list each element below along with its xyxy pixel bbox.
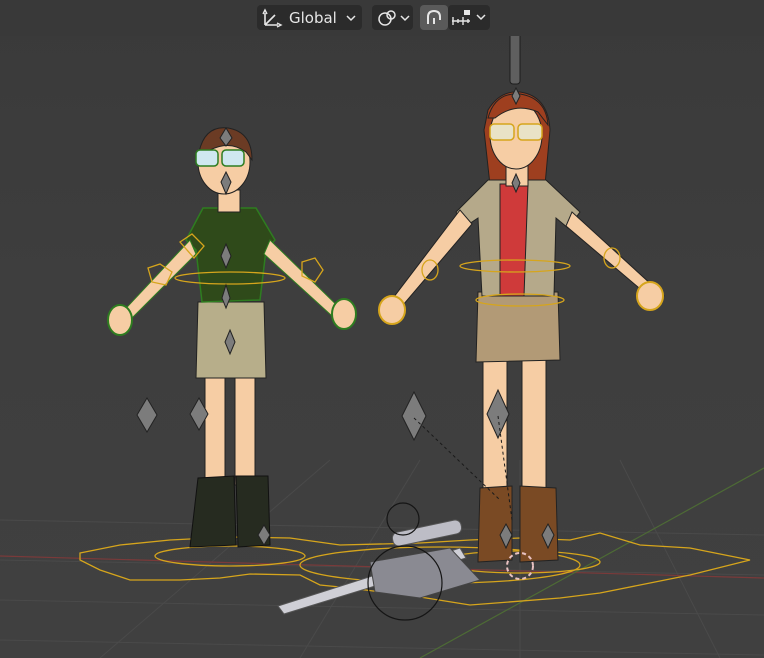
3d-viewport[interactable]: Global [0, 0, 764, 658]
chevron-down-icon [400, 14, 410, 22]
transform-orientation-icon [261, 7, 283, 29]
character-boy [107, 127, 357, 548]
viewport-scene [0, 17, 764, 658]
y-axis-line [419, 467, 764, 658]
snap-toggle-button[interactable] [420, 5, 448, 30]
snap-element-dropdown[interactable] [448, 5, 490, 30]
transform-orientation-dropdown[interactable]: Global [257, 5, 362, 30]
pivot-point-icon [377, 8, 399, 28]
snap-increment-icon [451, 9, 473, 27]
magnet-snap-icon [424, 8, 444, 28]
chevron-down-icon [476, 13, 486, 21]
transform-orientation-label: Global [289, 8, 337, 27]
character-girl [378, 17, 665, 563]
chevron-down-icon [346, 14, 356, 22]
snap-controls [420, 5, 490, 30]
pivot-point-dropdown[interactable] [372, 5, 413, 30]
viewport-header: Global [0, 0, 764, 36]
